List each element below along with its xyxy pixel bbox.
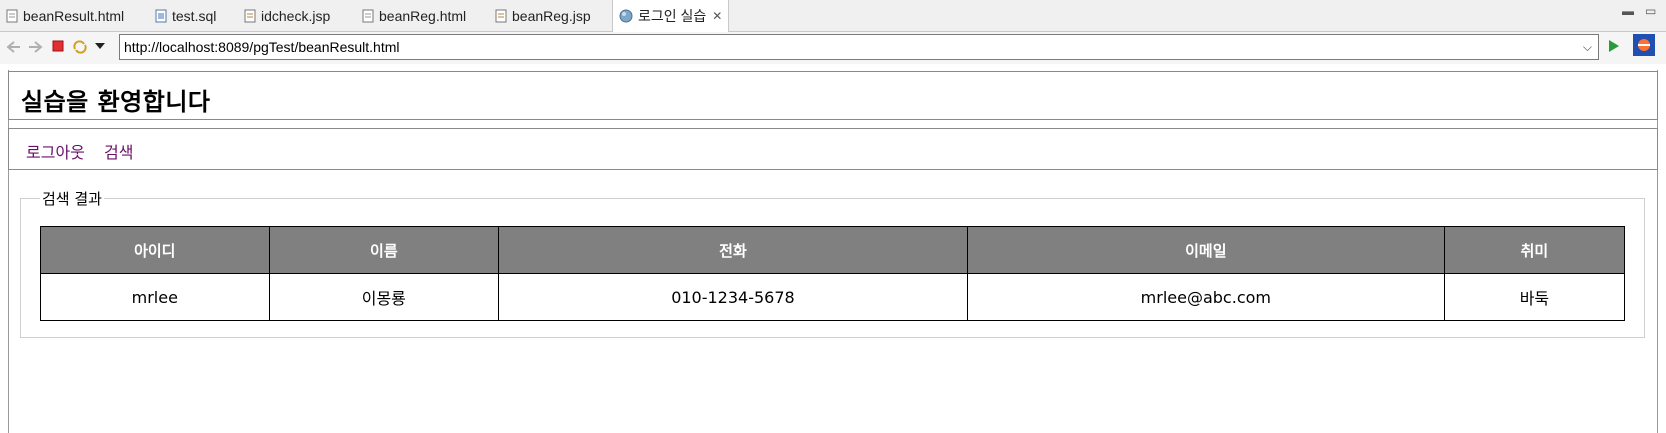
history-dropdown-icon[interactable] [95,43,105,50]
tab-test-sql[interactable]: test.sql [155,0,216,31]
table-header-row: 아이디 이름 전화 이메일 취미 [40,226,1626,274]
cell-name: 이몽룡 [268,273,500,321]
minimize-icon[interactable]: ▬ [1622,4,1634,18]
go-icon[interactable] [1606,39,1620,53]
tab-label: test.sql [172,7,217,24]
result-legend: 검색 결과 [40,188,104,209]
tab-label: idcheck.jsp [261,7,331,24]
tab-label: beanResult.html [23,7,125,24]
sql-file-icon [155,9,167,23]
tab-beanreg-html[interactable]: beanReg.html [362,0,466,31]
tab-idcheck-jsp[interactable]: idcheck.jsp [244,0,330,31]
jsp-file-icon [244,9,256,23]
globe-icon [619,9,633,23]
url-input[interactable]: http://localhost:8089/pgTest/beanResult.… [119,34,1599,60]
table-row: mrlee 이몽룡 010-1234-5678 mrlee@abc.com 바둑 [40,273,1626,321]
logout-link[interactable]: 로그아웃 [26,139,85,163]
forward-icon[interactable] [27,40,43,54]
url-text: http://localhost:8089/pgTest/beanResult.… [124,39,400,55]
back-icon[interactable] [6,40,22,54]
jsp-file-icon [495,9,507,23]
cell-email: mrlee@abc.com [966,273,1445,321]
tab-label: beanReg.html [379,7,467,24]
stop-icon[interactable] [52,40,64,52]
tab-beanreg-jsp[interactable]: beanReg.jsp [495,0,591,31]
tab-beanresult-html[interactable]: beanResult.html [6,0,124,31]
cell-id: mrlee [40,273,270,321]
tab-login-practice[interactable]: 로그인 실습 ✕ [612,0,730,32]
tab-label: 로그인 실습 [638,8,707,24]
header-phone: 전화 [498,226,968,274]
header-email: 이메일 [966,226,1445,274]
editor-tab-bar: beanResult.html test.sql idcheck.jsp bea… [0,0,1666,32]
header-hobby: 취미 [1443,226,1626,274]
chevron-down-icon[interactable]: ⌵ [1583,35,1592,59]
html-file-icon [362,9,374,23]
page-header: 실습을 환영합니다 [8,71,1658,120]
cell-phone: 010-1234-5678 [498,273,968,321]
tab-label: beanReg.jsp [512,7,591,24]
header-name: 이름 [268,226,500,274]
close-icon[interactable]: ✕ [712,9,722,23]
result-table: 아이디 이름 전화 이메일 취미 mrlee 이몽룡 010-1234-5678… [40,226,1626,321]
browser-menu-icon[interactable] [1633,34,1655,56]
refresh-icon[interactable] [72,40,88,54]
browser-toolbar: http://localhost:8089/pgTest/beanResult.… [0,32,1666,64]
cell-hobby: 바둑 [1443,273,1626,321]
search-link[interactable]: 검색 [104,139,133,163]
page-menu: 로그아웃 검색 [8,128,1658,170]
header-id: 아이디 [40,226,270,274]
page-title: 실습을 환영합니다 [21,88,211,116]
maximize-icon[interactable]: ▭ [1645,4,1656,18]
html-file-icon [6,9,18,23]
